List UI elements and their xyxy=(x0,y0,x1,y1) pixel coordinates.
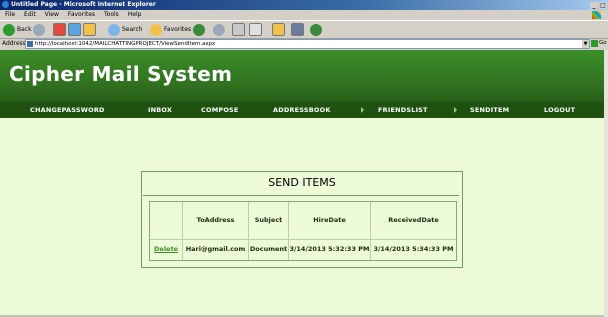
nav-inbox[interactable]: INBOX xyxy=(148,102,172,118)
refresh-icon xyxy=(68,23,81,36)
menu-bar: File Edit View Favorites Tools Help xyxy=(0,10,608,20)
stop-icon xyxy=(53,23,66,36)
back-button[interactable]: Back xyxy=(3,21,32,38)
nav-arrow-icon xyxy=(361,107,364,113)
print-button[interactable] xyxy=(249,21,264,38)
address-bar: Address http://localhost:1042/MAILCHATTI… xyxy=(0,38,608,49)
address-label: Address xyxy=(2,40,26,47)
discuss-button[interactable] xyxy=(291,21,306,38)
window-title: Untitled Page - Microsoft Internet Explo… xyxy=(11,1,156,8)
menu-favorites[interactable]: Favorites xyxy=(68,11,95,18)
ie-icon xyxy=(2,1,9,8)
media-icon xyxy=(193,23,205,36)
column-header-toaddress: ToAddress xyxy=(196,216,235,224)
go-arrow-icon xyxy=(591,40,598,47)
page-icon xyxy=(27,41,33,47)
main-nav: CHANGEPASSWORD INBOX COMPOSE ADDRESSBOOK… xyxy=(0,102,604,118)
history-icon xyxy=(213,23,225,36)
minimize-button[interactable]: _ xyxy=(590,2,598,9)
menu-file[interactable]: File xyxy=(5,11,15,18)
cell-subject: Document xyxy=(249,245,288,253)
messenger-button[interactable] xyxy=(310,21,324,38)
forward-button[interactable] xyxy=(33,21,47,38)
cell-toaddress: Hari@gmail.com xyxy=(185,245,246,253)
go-label: Go xyxy=(599,40,607,46)
search-icon xyxy=(108,23,120,36)
cell-receiveddate: 3/14/2013 5:34:33 PM xyxy=(373,245,454,253)
nav-senditem[interactable]: SENDITEM xyxy=(470,102,509,118)
cell-hiredate: 3/14/2013 5:32:33 PM xyxy=(289,245,370,253)
media-button[interactable] xyxy=(193,21,207,38)
menu-edit[interactable]: Edit xyxy=(24,11,36,18)
favorites-button[interactable]: Favorites xyxy=(150,21,191,38)
delete-link[interactable]: Delete xyxy=(154,245,178,253)
print-icon xyxy=(249,23,262,36)
messenger-icon xyxy=(310,23,322,36)
site-title: Cipher Mail System xyxy=(9,62,233,86)
menu-view[interactable]: View xyxy=(45,11,59,18)
nav-compose[interactable]: COMPOSE xyxy=(201,102,239,118)
mail-icon xyxy=(232,23,245,36)
folder-button[interactable] xyxy=(272,21,287,38)
browser-toolbar: Back Search Favorites xyxy=(0,20,608,39)
menu-tools[interactable]: Tools xyxy=(104,11,119,18)
panel-title: SEND ITEMS xyxy=(268,176,336,189)
nav-changepassword[interactable]: CHANGEPASSWORD xyxy=(30,102,105,118)
nav-logout[interactable]: LOGOUT xyxy=(544,102,575,118)
back-label: Back xyxy=(17,26,32,33)
table-row: Delete xyxy=(150,240,182,258)
address-input[interactable]: http://localhost:1042/MAILCHATTINGPROJEC… xyxy=(25,39,590,49)
discuss-icon xyxy=(291,23,304,36)
windows-logo-icon xyxy=(592,11,601,19)
address-dropdown-icon[interactable]: ▼ xyxy=(582,40,589,48)
nav-friendslist[interactable]: FRIENDSLIST xyxy=(378,102,428,118)
page-content: Cipher Mail System CHANGEPASSWORD INBOX … xyxy=(0,50,608,317)
send-items-panel: SEND ITEMS ToAddress Subject HireDate Re… xyxy=(141,171,463,268)
star-icon xyxy=(150,23,162,36)
send-items-table: ToAddress Subject HireDate ReceivedDate … xyxy=(149,201,457,261)
address-url: http://localhost:1042/MAILCHATTINGPROJEC… xyxy=(35,41,216,47)
nav-addressbook[interactable]: ADDRESSBOOK xyxy=(273,102,331,118)
column-header-hiredate: HireDate xyxy=(313,216,346,224)
home-icon xyxy=(83,23,96,36)
home-button[interactable] xyxy=(83,21,98,38)
site-header: Cipher Mail System CHANGEPASSWORD INBOX … xyxy=(0,50,604,118)
column-header-receiveddate: ReceivedDate xyxy=(388,216,439,224)
refresh-button[interactable] xyxy=(68,21,83,38)
menu-help[interactable]: Help xyxy=(128,11,142,18)
search-label: Search xyxy=(122,26,143,33)
nav-arrow-icon xyxy=(454,107,457,113)
mail-button[interactable] xyxy=(232,21,247,38)
stop-button[interactable] xyxy=(53,21,68,38)
favorites-label: Favorites xyxy=(164,26,192,33)
back-arrow-icon xyxy=(3,23,15,36)
history-button[interactable] xyxy=(213,21,227,38)
column-header-subject: Subject xyxy=(254,216,283,224)
title-bar: Untitled Page - Microsoft Internet Explo… xyxy=(0,0,608,10)
forward-arrow-icon xyxy=(33,23,45,36)
panel-divider xyxy=(143,195,459,196)
search-button[interactable]: Search xyxy=(108,21,143,38)
folder-icon xyxy=(272,23,285,36)
maximize-button[interactable]: □ xyxy=(599,2,607,9)
go-button[interactable]: Go xyxy=(591,39,608,48)
scrollbar[interactable] xyxy=(604,50,608,317)
